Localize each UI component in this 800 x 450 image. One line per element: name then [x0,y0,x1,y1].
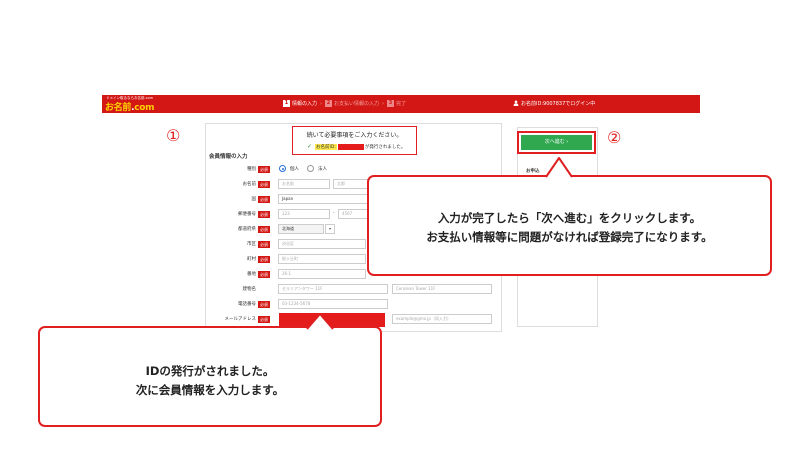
email-confirm-input[interactable]: example@gmo.jp（同入力） [392,314,492,324]
radio-personal-label: 個人 [290,167,299,172]
building-en-input[interactable]: Cerulean Tower 11F [392,284,492,294]
required-badge: 必須 [258,271,270,278]
callout-next-pointer [545,157,573,178]
field-label: 建物名 [242,287,257,292]
field-label: 都道府県 [238,227,256,232]
postal-hyphen: - [333,211,335,216]
required-badge: 必須 [258,211,270,218]
step-3-number: 3 [387,100,395,107]
callout-id-line-2: 次に会員情報を入力します。 [135,383,285,397]
id-issued-notice: 続いて必要事項をご入力ください。 ✓ お名前ID: が発行されました。 [292,126,417,155]
summary-label: お申込 [526,169,540,174]
notice-issued-text: が発行されました。 [364,144,406,150]
marker-two: ② [607,128,622,147]
prefecture-select[interactable]: 北海道 [278,224,324,234]
onamae-logo[interactable]: ドメイン取るならお名前.com お名前.com [102,96,156,113]
logo-text: お名前.com [105,103,155,113]
address-input[interactable]: 26-1 [278,269,366,279]
required-badge: 必須 [258,256,270,263]
radio-personal[interactable] [279,165,286,172]
field-label: メールアドレス [224,317,257,322]
form-row-building: 建物名 セルリアンタワー 11F Cerulean Tower 11F [206,282,501,298]
required-badge: 必須 [258,301,270,308]
step-1-label: 情報の入力 [292,101,318,107]
login-text: お名前ID:9007837でログイン中 [521,101,596,107]
login-status: お名前ID:9007837でログイン中 [513,100,595,107]
town-input[interactable]: 桜ヶ丘町 [278,254,366,264]
building-input[interactable]: セルリアンタワー 11F [278,284,388,294]
user-icon [513,100,519,106]
field-label: 国 [251,197,257,202]
required-badge: 必須 [258,226,270,233]
section-title: 会員情報の入力 [209,154,248,160]
callout-next-step: 入力が完了したら「次へ進む」をクリックします。 お支払い情報等に問題がなければ登… [367,175,772,276]
last-name-input[interactable]: お名前 [278,179,330,189]
callout-next-line-2: お支払い情報等に問題がなければ登録完了になります。 [426,230,713,244]
field-label: 電話番号 [238,302,256,307]
callout-next-line-1: 入力が完了したら「次へ進む」をクリックします。 [437,211,702,225]
step-1-number: 1 [283,100,290,107]
marker-one: ① [166,126,181,145]
notice-title: 続いて必要事項をご入力ください。 [306,132,403,139]
required-badge: 必須 [258,181,270,188]
radio-corporate[interactable] [307,165,314,172]
next-button-highlight: 次へ進む › [517,131,596,154]
country-select[interactable]: Japan [278,194,378,204]
step-2-number: 2 [325,100,333,107]
required-badge: 必須 [258,316,270,323]
next-button[interactable]: 次へ進む › [521,135,592,150]
check-icon: ✓ [307,143,313,150]
field-label: 市区 [247,242,256,247]
field-label: 町村 [247,257,256,262]
progress-steps: 1 情報の入力 › 2 お支払い情報の入力 › 3 完了 [283,100,406,107]
required-badge: 必須 [258,196,270,203]
form-row-phone: 電話番号 必須 03-1234-5678 [206,297,501,313]
step-separator: › [382,100,385,107]
callout-id-pointer [306,313,334,330]
step-2-label: お支払い情報の入力 [334,101,380,107]
chevron-down-icon[interactable]: ▾ [325,224,335,234]
step-separator: › [320,100,323,107]
callout-id-line-1: IDの発行がされました。 [145,364,275,378]
required-badge: 必須 [258,166,270,173]
phone-input[interactable]: 03-1234-5678 [278,299,388,309]
callout-id-issued: IDの発行がされました。 次に会員情報を入力します。 [38,326,382,427]
id-label: お名前ID: [315,143,337,150]
field-label: 番地 [247,272,256,277]
required-badge: 必須 [258,241,270,248]
id-redaction [337,143,364,150]
step-3-label: 完了 [396,101,407,107]
postal-code-first-input[interactable]: 123 [278,209,330,219]
radio-corporate-label: 法人 [318,167,327,172]
notice-id-line: ✓ お名前ID: が発行されました。 [307,143,405,150]
city-input[interactable]: 渋谷区 [278,239,366,249]
field-label: 郵便番号 [238,212,256,217]
field-label: 種別 [247,167,256,172]
field-label: お名前 [242,182,257,187]
